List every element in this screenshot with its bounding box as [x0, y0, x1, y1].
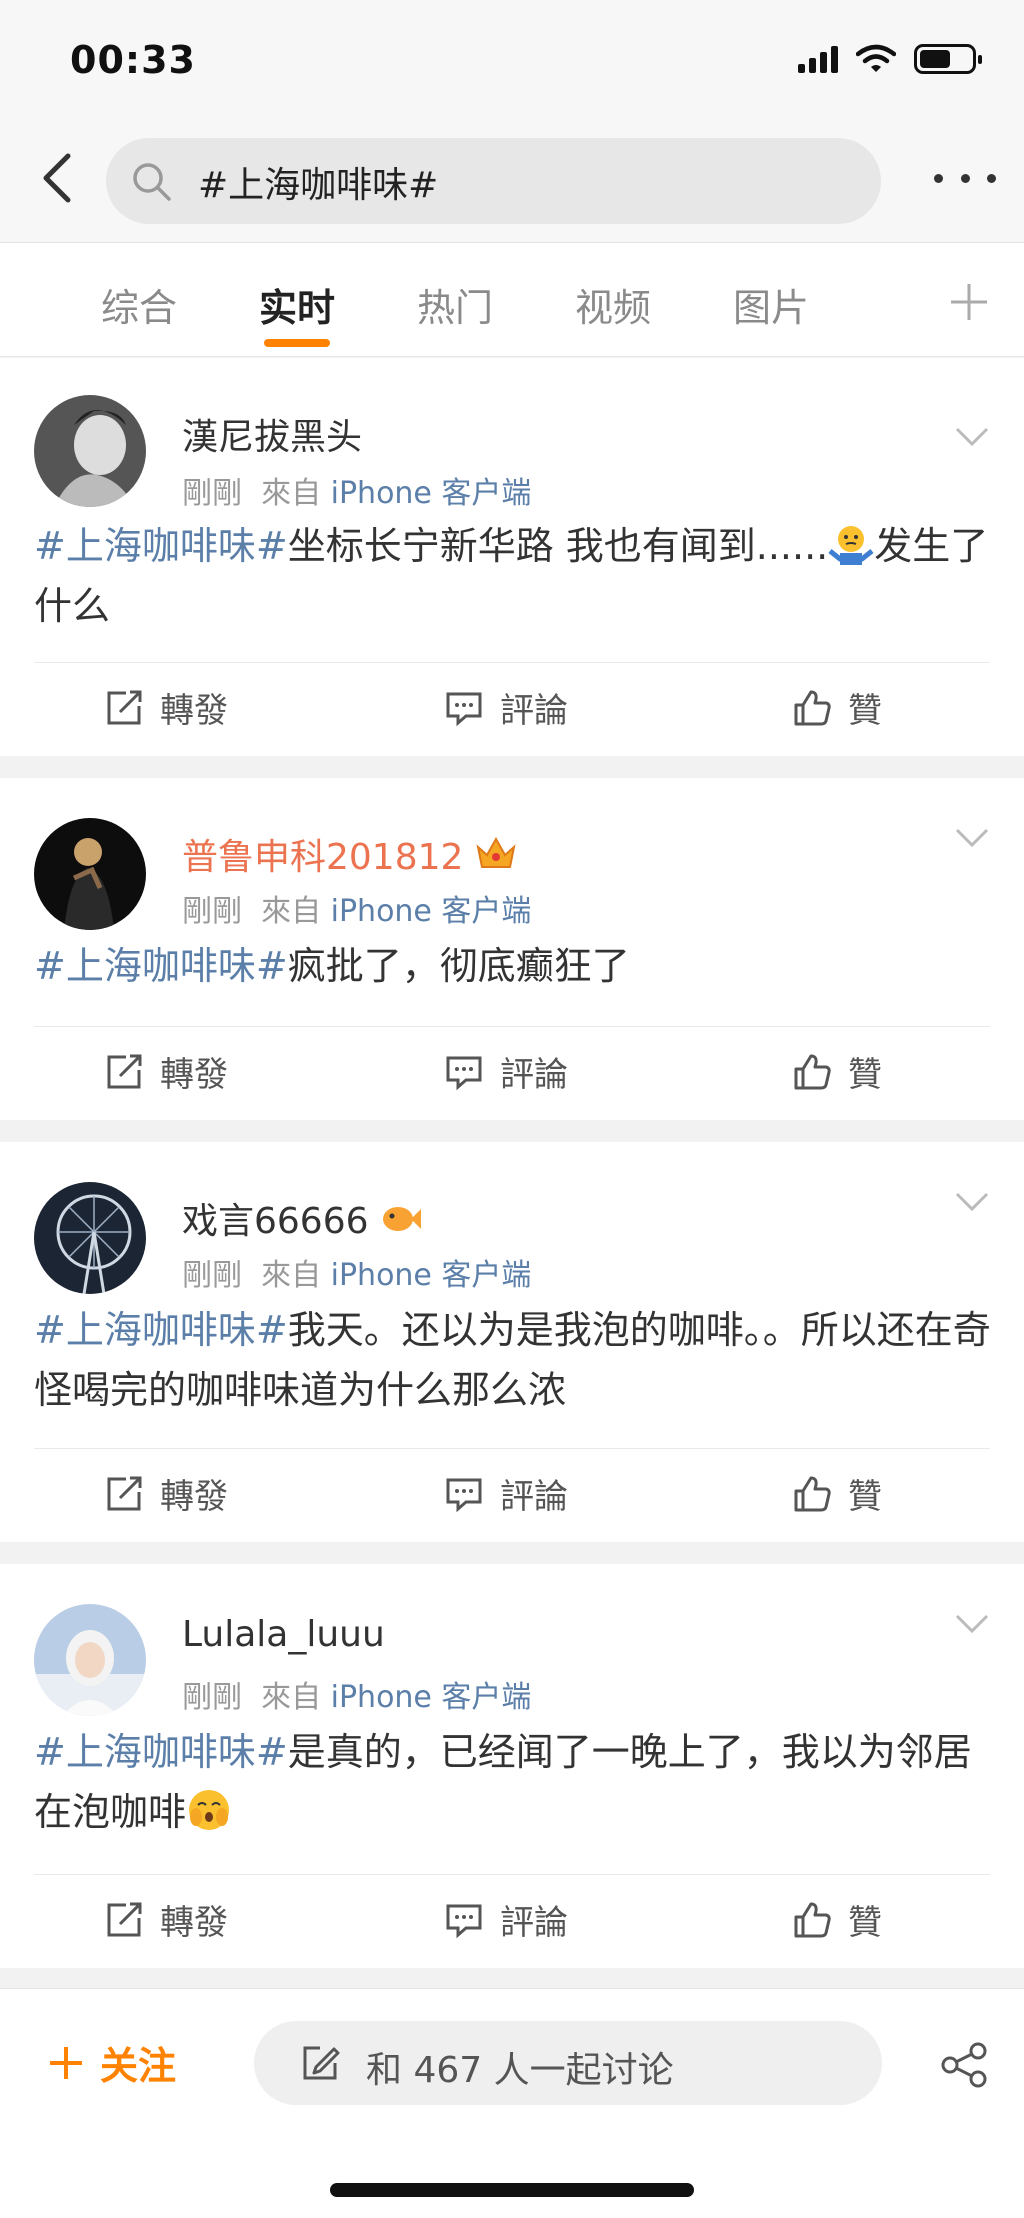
- status-time: 00:33: [70, 38, 196, 82]
- post-card: Lulala_luuu 剛剛 來自 iPhone 客户端 #上海咖啡味#是真的，…: [0, 1564, 1024, 1968]
- tab-images[interactable]: 图片: [733, 277, 809, 332]
- post-source[interactable]: iPhone 客户端: [331, 476, 532, 511]
- repost-icon: [107, 1476, 142, 1510]
- comment-icon: [446, 692, 482, 726]
- post-text: #上海咖啡味#我天。还以为是我泡的咖啡。。所以还在奇怪喝完的咖啡味道为什么那么浓: [34, 1308, 991, 1412]
- tab-hot[interactable]: 热门: [417, 277, 493, 332]
- post-meta: 剛剛 來自 iPhone 客户端: [182, 1258, 532, 1293]
- avatar[interactable]: [34, 1182, 146, 1294]
- tab-comprehensive[interactable]: 综合: [101, 277, 177, 332]
- tab-video[interactable]: 视频: [575, 277, 651, 332]
- comment-button[interactable]: 評論: [444, 1895, 568, 1944]
- username[interactable]: 漢尼拔黑头: [182, 408, 362, 460]
- comment-button[interactable]: 評論: [444, 683, 568, 732]
- shrug-emoji-icon: [828, 526, 874, 565]
- post-text: #上海咖啡味#坐标长宁新华路 我也有闻到...... 发生了什么: [34, 516, 994, 636]
- back-arrow-icon[interactable]: [30, 148, 90, 208]
- comment-button[interactable]: 評論: [444, 1469, 568, 1518]
- home-indicator: [330, 2183, 694, 2197]
- nav-bar: #上海咖啡味#: [0, 118, 1024, 243]
- post-text: #上海咖啡味#是真的，已经闻了一晚上了，我以为邻居在泡咖啡: [34, 1730, 972, 1834]
- comment-button[interactable]: 評論: [444, 1047, 568, 1096]
- repost-button[interactable]: 轉發: [104, 1469, 228, 1518]
- like-button[interactable]: 贊: [792, 1895, 882, 1944]
- post-card: 戏言66666 剛剛 來自 iPhone 客户端 #上海咖啡味#我天。还以为是我…: [0, 1142, 1024, 1542]
- comment-icon: [446, 1056, 482, 1090]
- chevron-down-icon[interactable]: [954, 1612, 990, 1636]
- share-icon[interactable]: [938, 2039, 990, 2091]
- hashtag-link[interactable]: #上海咖啡味#: [34, 944, 288, 988]
- search-icon: [133, 163, 171, 201]
- signal-icon: [798, 45, 838, 73]
- thumbs-up-icon: [794, 690, 831, 725]
- plus-icon: [50, 2046, 82, 2079]
- edit-icon: [303, 2046, 340, 2080]
- post-card: 普鲁申科201812 剛剛 來自 iPhone 客户端 #上海咖啡味#疯批了，彻…: [0, 778, 1024, 1120]
- post-divider: [34, 1448, 990, 1449]
- post-card: 漢尼拔黑头 剛剛 來自 iPhone 客户端 #上海咖啡味#坐标长宁新华路 我也…: [0, 358, 1024, 756]
- thumbs-up-icon: [794, 1054, 831, 1089]
- post-source[interactable]: iPhone 客户端: [331, 1680, 532, 1715]
- thumbs-up-icon: [794, 1902, 831, 1937]
- more-options-button[interactable]: [934, 160, 996, 196]
- wifi-icon: [856, 44, 896, 72]
- tab-realtime[interactable]: 实时: [259, 277, 335, 332]
- discuss-input[interactable]: 和 467 人一起讨论: [254, 2021, 882, 2105]
- comment-icon: [446, 1478, 482, 1512]
- post-divider: [34, 662, 990, 663]
- search-input[interactable]: #上海咖啡味#: [106, 138, 881, 224]
- follow-button[interactable]: 关注: [46, 2035, 176, 2090]
- repost-icon: [107, 1054, 142, 1088]
- status-icons: [798, 44, 982, 74]
- chevron-down-icon[interactable]: [954, 1190, 990, 1214]
- like-button[interactable]: 贊: [792, 683, 882, 732]
- chevron-down-icon[interactable]: [954, 826, 990, 850]
- username[interactable]: 普鲁申科201812: [182, 828, 517, 880]
- username[interactable]: Lulala_luuu: [182, 1614, 385, 1655]
- chevron-down-icon[interactable]: [954, 425, 990, 449]
- repost-button[interactable]: 轉發: [104, 1895, 228, 1944]
- avatar[interactable]: [34, 395, 146, 507]
- bottom-bar: 关注 和 467 人一起讨论: [0, 1988, 1024, 2218]
- fish-badge-icon: [382, 1207, 421, 1231]
- post-divider: [34, 1874, 990, 1875]
- post-source[interactable]: iPhone 客户端: [331, 1258, 532, 1293]
- hushed-emoji-icon: [189, 1790, 230, 1830]
- post-meta: 剛剛 來自 iPhone 客户端: [182, 476, 532, 511]
- post-meta: 剛剛 來自 iPhone 客户端: [182, 894, 532, 929]
- add-tab-icon[interactable]: [945, 278, 993, 326]
- username[interactable]: 戏言66666: [182, 1192, 422, 1244]
- hashtag-link[interactable]: #上海咖啡味#: [34, 1730, 288, 1774]
- repost-icon: [107, 1902, 142, 1936]
- repost-icon: [107, 690, 142, 724]
- post-source[interactable]: iPhone 客户端: [331, 894, 532, 929]
- repost-button[interactable]: 轉發: [104, 1047, 228, 1096]
- hashtag-link[interactable]: #上海咖啡味#: [34, 1308, 288, 1352]
- repost-button[interactable]: 轉發: [104, 683, 228, 732]
- like-button[interactable]: 贊: [792, 1469, 882, 1518]
- post-text: #上海咖啡味#疯批了，彻底癫狂了: [34, 944, 630, 988]
- status-bar: 00:33: [0, 0, 1024, 118]
- tab-bar: 综合 实时 热门 视频 图片: [0, 243, 1024, 357]
- avatar[interactable]: [34, 1604, 146, 1716]
- avatar[interactable]: [34, 818, 146, 930]
- post-divider: [34, 1026, 990, 1027]
- search-query: #上海咖啡味#: [198, 165, 439, 206]
- active-tab-indicator: [264, 339, 330, 347]
- crown-badge-icon: [476, 836, 516, 868]
- like-button[interactable]: 贊: [792, 1047, 882, 1096]
- comment-icon: [446, 1904, 482, 1938]
- battery-icon: [914, 44, 982, 74]
- discuss-placeholder: 和 467 人一起讨论: [366, 2050, 674, 2091]
- hashtag-link[interactable]: #上海咖啡味#: [34, 524, 288, 568]
- post-meta: 剛剛 來自 iPhone 客户端: [182, 1680, 532, 1715]
- thumbs-up-icon: [794, 1476, 831, 1511]
